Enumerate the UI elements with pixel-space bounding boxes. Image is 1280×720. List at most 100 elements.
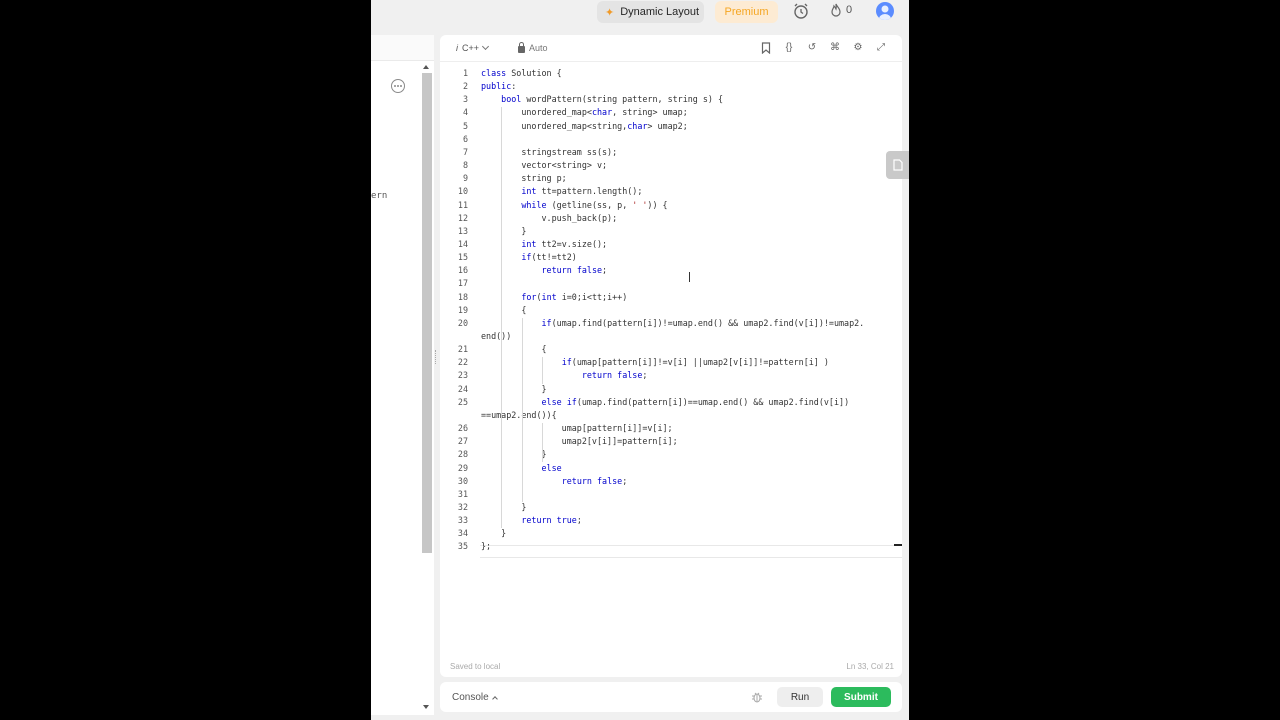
description-panel: ern: [371, 35, 434, 715]
dynamic-layout-label: Dynamic Layout: [620, 6, 700, 18]
code-line[interactable]: }: [481, 502, 526, 512]
line-number: 11: [457, 199, 468, 210]
code-editor-panel: i C++ Auto {} ↺ ⌘ ⚙ ⤢ 1 class Solution { 2…: [440, 35, 902, 677]
code-line[interactable]: return true;: [481, 515, 582, 525]
console-label: Console: [452, 692, 489, 703]
cursor-position: Ln 33, Col 21: [846, 662, 894, 671]
line-number: 18: [457, 291, 468, 302]
settings-gear-icon[interactable]: ⚙: [852, 42, 864, 54]
code-line[interactable]: umap[pattern[i]]=v[i];: [481, 423, 673, 433]
code-line[interactable]: string p;: [481, 173, 566, 183]
code-line[interactable]: };: [481, 541, 491, 551]
line-number: 34: [457, 528, 468, 539]
code-line[interactable]: else if(umap.find(pattern[i])==umap.end(…: [481, 397, 850, 407]
line-number: 8: [462, 160, 468, 171]
scroll-down-arrow-icon[interactable]: [423, 705, 429, 709]
line-number: 2: [462, 81, 468, 92]
line-number: 31: [457, 488, 468, 499]
reset-icon[interactable]: ↺: [806, 42, 818, 54]
chevron-down-icon: [481, 42, 490, 51]
code-line[interactable]: if(umap[pattern[i]]!=v[i] ||umap2[v[i]]!…: [481, 357, 829, 367]
fullscreen-icon[interactable]: ⤢: [875, 42, 887, 54]
code-line[interactable]: }: [481, 226, 526, 236]
line-number: 32: [457, 501, 468, 512]
code-line[interactable]: ==umap2.end()){: [481, 410, 557, 420]
code-line[interactable]: end()): [481, 331, 511, 341]
line-number: 17: [457, 278, 468, 289]
line-number: 9: [462, 173, 468, 184]
code-line[interactable]: class Solution {: [481, 68, 562, 78]
line-number: 28: [457, 449, 468, 460]
debug-icon[interactable]: [751, 691, 763, 703]
note-icon: [892, 159, 903, 171]
line-number: 19: [457, 304, 468, 315]
line-number: 27: [457, 436, 468, 447]
indent-guide: [521, 317, 523, 502]
panel-resize-handle[interactable]: [435, 350, 437, 364]
line-number: 7: [462, 146, 468, 157]
premium-button[interactable]: Premium: [715, 1, 778, 23]
avatar[interactable]: [876, 2, 894, 20]
more-options-icon[interactable]: [391, 79, 405, 93]
line-number: 6: [462, 133, 468, 144]
code-line[interactable]: int tt=pattern.length();: [481, 186, 642, 196]
dynamic-layout-button[interactable]: ✦ Dynamic Layout: [597, 1, 704, 23]
line-number: 1: [462, 68, 468, 78]
notes-tab[interactable]: [886, 151, 909, 179]
line-number: 3: [462, 94, 468, 105]
line-number: 4: [462, 107, 468, 118]
bookmark-icon[interactable]: [760, 42, 772, 55]
code-line[interactable]: }: [481, 384, 547, 394]
info-icon: i: [456, 43, 458, 53]
code-line[interactable]: bool wordPattern(string pattern, string …: [481, 94, 723, 104]
code-line[interactable]: unordered_map<char, string> umap;: [481, 107, 687, 117]
save-status: Saved to local: [450, 662, 501, 671]
code-line[interactable]: return false;: [481, 370, 648, 380]
code-line[interactable]: {: [481, 305, 526, 315]
code-line[interactable]: umap2[v[i]]=pattern[i];: [481, 436, 678, 446]
code-line[interactable]: public:: [481, 81, 516, 91]
streak-counter[interactable]: 0: [830, 3, 852, 17]
flame-icon: [831, 3, 841, 17]
code-area[interactable]: 1 class Solution { 2 public: 3 bool wordPatt…: [440, 66, 902, 626]
code-line[interactable]: return false;: [481, 476, 628, 486]
code-line[interactable]: {: [481, 344, 547, 354]
language-selector[interactable]: i C++: [456, 42, 490, 53]
line-number: 20: [457, 317, 468, 328]
code-line[interactable]: int tt2=v.size();: [481, 239, 607, 249]
scroll-up-arrow-icon[interactable]: [423, 65, 429, 69]
submit-button[interactable]: Submit: [831, 687, 891, 707]
description-scrollbar[interactable]: [422, 73, 432, 553]
code-line[interactable]: unordered_map<string,char> umap2;: [481, 121, 687, 131]
line-number: 24: [457, 383, 468, 394]
description-panel-header: [371, 35, 434, 61]
lock-icon: [518, 42, 525, 53]
code-line[interactable]: for(int i=0;i<tt;i++): [481, 292, 627, 302]
line-number: 35: [457, 541, 468, 552]
console-bar: Console Run Submit: [440, 682, 902, 712]
code-line[interactable]: while (getline(ss, p, ' ')) {: [481, 200, 667, 210]
run-button[interactable]: Run: [777, 687, 823, 707]
line-number: 33: [457, 515, 468, 526]
line-number: 22: [457, 357, 468, 368]
code-line[interactable]: vector<string> v;: [481, 160, 607, 170]
format-code-icon[interactable]: {}: [783, 42, 795, 54]
line-number: 30: [457, 475, 468, 486]
console-toggle-button[interactable]: Console: [452, 692, 498, 703]
shortcuts-icon[interactable]: ⌘: [829, 42, 841, 54]
streak-count: 0: [846, 4, 853, 16]
code-line[interactable]: }: [481, 449, 547, 459]
code-line[interactable]: return false;: [481, 265, 608, 275]
editor-scroll-marker: [894, 544, 902, 546]
indent-guide: [542, 357, 544, 384]
line-number: 29: [457, 462, 468, 473]
line-number: 26: [457, 423, 468, 434]
code-line[interactable]: if(umap.find(pattern[i])!=umap.end() && …: [481, 318, 865, 328]
alarm-clock-icon[interactable]: [792, 2, 810, 20]
code-line[interactable]: }: [481, 528, 506, 538]
sparkle-icon: ✦: [605, 6, 615, 19]
indent-guide: [542, 423, 544, 463]
code-line[interactable]: if(tt!=tt2): [481, 252, 576, 262]
autocomplete-mode[interactable]: Auto: [518, 42, 548, 53]
line-number: 13: [457, 225, 468, 236]
